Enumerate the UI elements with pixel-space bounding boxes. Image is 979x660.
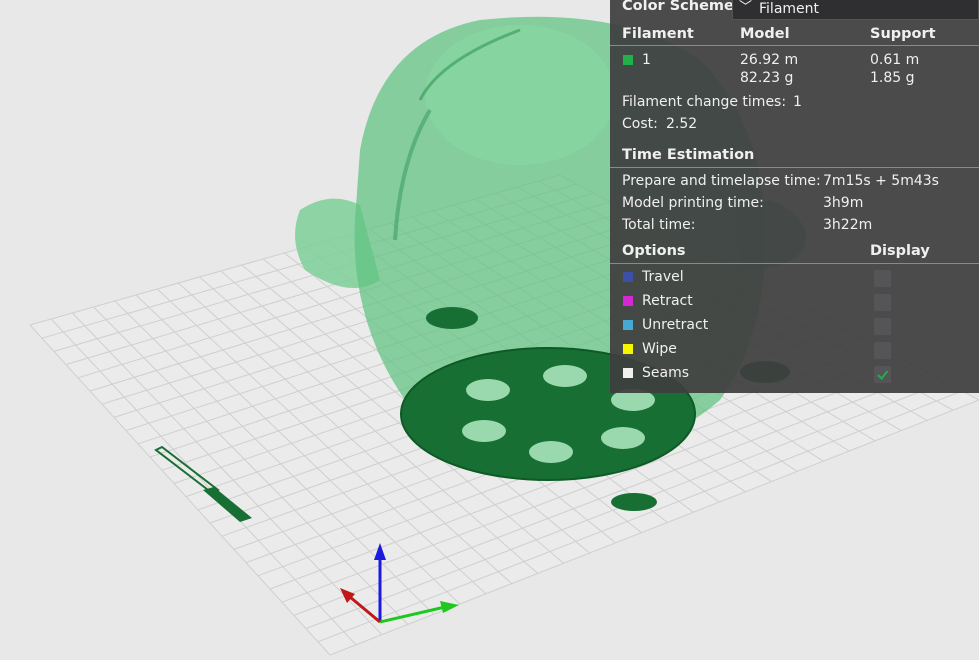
color-scheme-label: Color Scheme: [622, 0, 734, 14]
filament-color-swatch: [623, 55, 633, 65]
support-column-header: Support: [870, 26, 936, 42]
filament-id: 1: [642, 52, 651, 68]
options-header: Options: [622, 243, 686, 259]
check-icon: [877, 370, 889, 380]
chevron-down-icon: ﹀: [739, 0, 753, 15]
model-printing-time-value: 3h9m: [823, 195, 864, 211]
total-time-value: 3h22m: [823, 217, 873, 233]
display-checkbox-travel[interactable]: [874, 270, 891, 287]
option-color-swatch: [623, 368, 633, 378]
option-label: Seams: [642, 365, 690, 381]
gcode-legend-panel: Color Scheme ﹀ Filament Filament Model S…: [610, 0, 979, 393]
option-color-swatch: [623, 296, 633, 306]
color-scheme-value: Filament: [759, 1, 820, 17]
option-color-swatch: [623, 272, 633, 282]
display-checkbox-retract[interactable]: [874, 294, 891, 311]
option-label: Retract: [642, 293, 693, 309]
display-checkbox-unretract[interactable]: [874, 318, 891, 335]
support-length: 0.61 m: [870, 52, 920, 68]
display-checkbox-wipe[interactable]: [874, 342, 891, 359]
filament-change-label: Filament change times:: [622, 94, 787, 110]
model-column-header: Model: [740, 26, 790, 42]
total-time-label: Total time:: [622, 217, 696, 233]
option-label: Unretract: [642, 317, 709, 333]
model-weight: 82.23 g: [740, 70, 794, 86]
color-scheme-dropdown[interactable]: ﹀ Filament: [732, 0, 979, 20]
prepare-time-value: 7m15s + 5m43s: [823, 173, 939, 189]
cost-value: 2.52: [666, 116, 698, 132]
support-weight: 1.85 g: [870, 70, 915, 86]
option-color-swatch: [623, 344, 633, 354]
option-label: Travel: [642, 269, 684, 285]
display-header: Display: [870, 243, 930, 259]
option-label: Wipe: [642, 341, 677, 357]
filament-column-header: Filament: [622, 26, 694, 42]
display-checkbox-seams[interactable]: [874, 366, 891, 383]
filament-change-value: 1: [793, 94, 802, 110]
prepare-time-label: Prepare and timelapse time:: [622, 173, 821, 189]
model-printing-time-label: Model printing time:: [622, 195, 764, 211]
cost-label: Cost:: [622, 116, 658, 132]
model-length: 26.92 m: [740, 52, 799, 68]
option-color-swatch: [623, 320, 633, 330]
time-estimation-title: Time Estimation: [622, 147, 755, 163]
